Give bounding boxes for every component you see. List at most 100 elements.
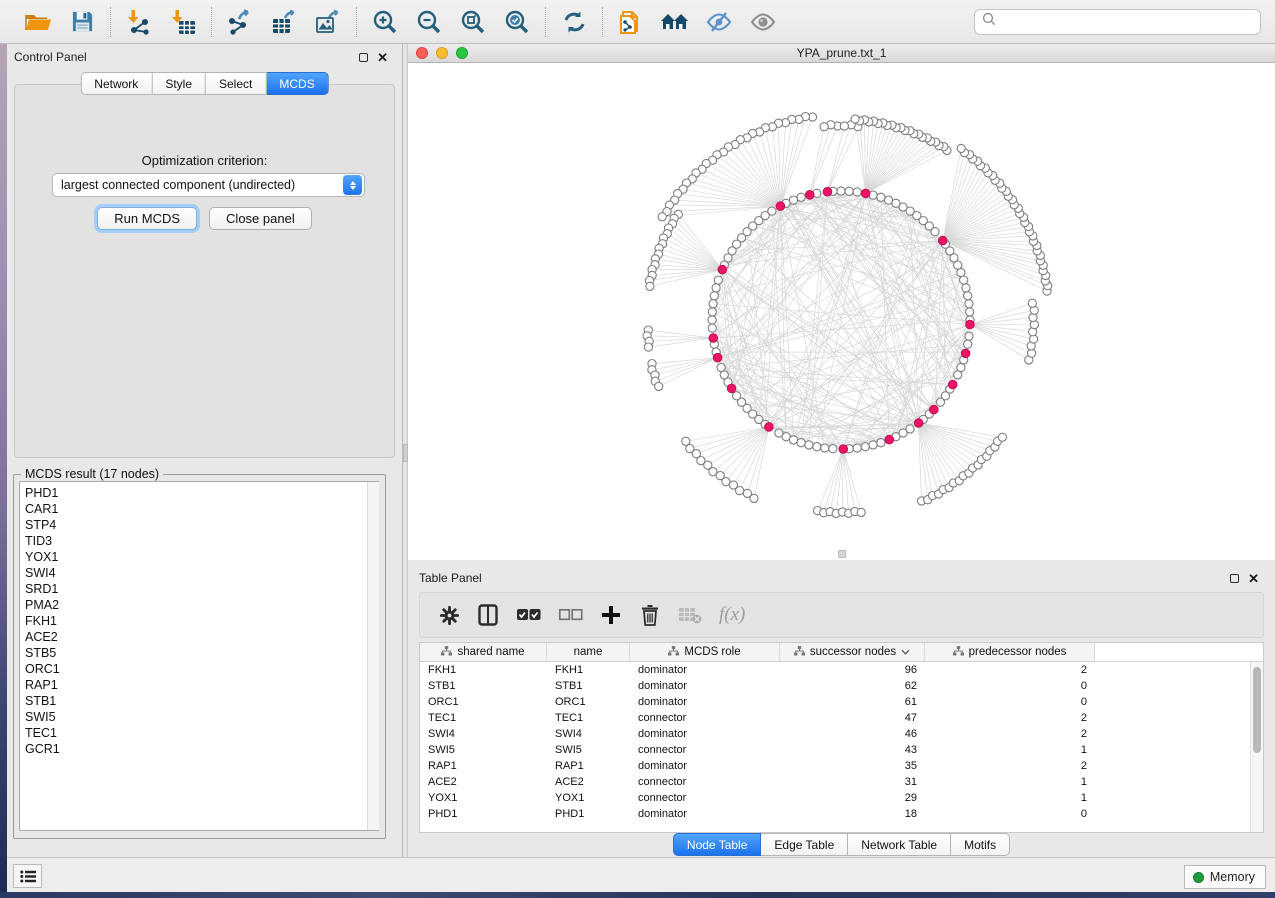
tab-node-table[interactable]: Node Table [673,833,762,856]
search-icon [982,12,996,31]
mcds-node-item[interactable]: FKH1 [25,613,378,629]
mcds-node-item[interactable]: STB5 [25,645,378,661]
tab-network[interactable]: Network [80,72,152,95]
table-cell: FKH1 [547,664,630,676]
tab-edge-table[interactable]: Edge Table [761,833,848,856]
table-row[interactable]: STB1STB1dominator620 [420,678,1263,694]
save-session-icon[interactable] [67,7,97,37]
table-cell: TEC1 [420,712,547,724]
run-mcds-button[interactable]: Run MCDS [97,207,197,230]
export-table-icon[interactable] [269,7,299,37]
column-header-successor-nodes[interactable]: successor nodes [780,643,925,661]
close-table-panel-icon[interactable]: ✕ [1248,574,1259,583]
table-row[interactable]: TEC1TEC1connector472 [420,710,1263,726]
column-header-shared-name[interactable]: shared name [420,643,547,661]
canvas-splitter-grip[interactable] [838,550,846,558]
refresh-layout-icon[interactable] [559,7,589,37]
table-row[interactable]: RAP1RAP1dominator352 [420,758,1263,774]
mcds-node-item[interactable]: TEC1 [25,725,378,741]
zoom-in-icon[interactable] [370,7,400,37]
network-graph[interactable] [408,63,1275,560]
mcds-node-item[interactable]: PMA2 [25,597,378,613]
tab-style[interactable]: Style [152,72,206,95]
table-cell: 31 [780,776,925,788]
zoom-selected-icon[interactable] [502,7,532,37]
show-graphics-details-icon[interactable] [748,7,778,37]
table-row[interactable]: ACE2ACE2connector311 [420,774,1263,790]
import-table-icon[interactable] [168,7,198,37]
delete-column-icon[interactable] [639,602,661,628]
float-panel-icon[interactable] [359,53,368,62]
table-cell: YOX1 [420,792,547,804]
network-window-titlebar[interactable]: YPA_prune.txt_1 [408,44,1275,63]
control-panel-title: Control Panel [14,50,87,64]
mcds-result-list[interactable]: PHD1CAR1STP4TID3YOX1SWI4SRD1PMA2FKH1ACE2… [19,481,379,831]
zoom-fit-icon[interactable] [458,7,488,37]
table-cell: ACE2 [420,776,547,788]
network-document-icon[interactable] [616,7,646,37]
table-row[interactable]: SWI4SWI4dominator462 [420,726,1263,742]
zoom-out-icon[interactable] [414,7,444,37]
float-table-panel-icon[interactable] [1230,574,1239,583]
unselect-all-icon[interactable] [558,602,583,628]
show-all-views-icon[interactable] [660,7,690,37]
node-table[interactable]: shared namenameMCDS rolesuccessor nodesp… [419,642,1264,833]
table-cell: RAP1 [547,760,630,772]
main-toolbar [0,0,1275,44]
close-panel-button[interactable]: Close panel [209,207,312,230]
tab-motifs[interactable]: Motifs [951,833,1010,856]
table-scrollbar[interactable] [1250,662,1263,832]
table-cell: connector [630,776,780,788]
column-header-predecessor-nodes[interactable]: predecessor nodes [925,643,1095,661]
import-network-icon[interactable] [124,7,154,37]
desktop-wallpaper-left [0,44,7,892]
namespace-icon [953,646,964,659]
export-image-icon[interactable] [313,7,343,37]
task-history-button[interactable] [13,864,42,888]
table-row[interactable]: YOX1YOX1connector291 [420,790,1263,806]
select-all-icon[interactable] [516,602,541,628]
mcds-node-item[interactable]: SRD1 [25,581,378,597]
criterion-dropdown[interactable]: largest connected component (undirected) [52,173,365,197]
mcds-node-item[interactable]: YOX1 [25,549,378,565]
table-scrollbar-thumb[interactable] [1253,667,1261,753]
mcds-node-item[interactable]: STP4 [25,517,378,533]
table-cell: STB1 [547,680,630,692]
table-tabs: Node TableEdge TableNetwork TableMotifs [408,833,1275,856]
mcds-node-item[interactable]: STB1 [25,693,378,709]
tab-mcds[interactable]: MCDS [266,72,328,95]
mcds-node-item[interactable]: ORC1 [25,661,378,677]
mcds-list-scrollbar[interactable] [367,482,379,830]
table-row[interactable]: ORC1ORC1dominator610 [420,694,1263,710]
delete-table-icon [678,602,702,628]
mcds-node-item[interactable]: TID3 [25,533,378,549]
mcds-node-item[interactable]: PHD1 [25,485,378,501]
mcds-node-item[interactable]: ACE2 [25,629,378,645]
table-settings-icon[interactable] [438,602,460,628]
mcds-node-item[interactable]: CAR1 [25,501,378,517]
mcds-node-item[interactable]: GCR1 [25,741,378,757]
memory-button[interactable]: Memory [1184,865,1266,889]
hide-graphics-details-icon[interactable] [704,7,734,37]
tab-select[interactable]: Select [206,72,266,95]
table-toolbar: f(x) [419,592,1264,638]
add-column-icon[interactable] [600,602,622,628]
mcds-node-item[interactable]: SWI5 [25,709,378,725]
table-row[interactable]: FKH1FKH1dominator962 [420,662,1263,678]
table-row[interactable]: PHD1PHD1dominator180 [420,806,1263,822]
search-input[interactable] [1001,12,1253,32]
status-bar: Memory [7,857,1275,892]
table-row[interactable]: SWI5SWI5connector431 [420,742,1263,758]
close-panel-icon[interactable]: ✕ [377,53,388,62]
export-network-icon[interactable] [225,7,255,37]
tab-network-table[interactable]: Network Table [848,833,951,856]
column-header-name[interactable]: name [547,643,630,661]
network-canvas[interactable] [408,63,1275,560]
mcds-node-item[interactable]: SWI4 [25,565,378,581]
search-box[interactable] [974,9,1261,35]
split-column-icon[interactable] [477,602,499,628]
table-cell: 2 [925,760,1095,772]
open-file-icon[interactable] [23,7,53,37]
column-header-MCDS-role[interactable]: MCDS role [630,643,780,661]
mcds-node-item[interactable]: RAP1 [25,677,378,693]
